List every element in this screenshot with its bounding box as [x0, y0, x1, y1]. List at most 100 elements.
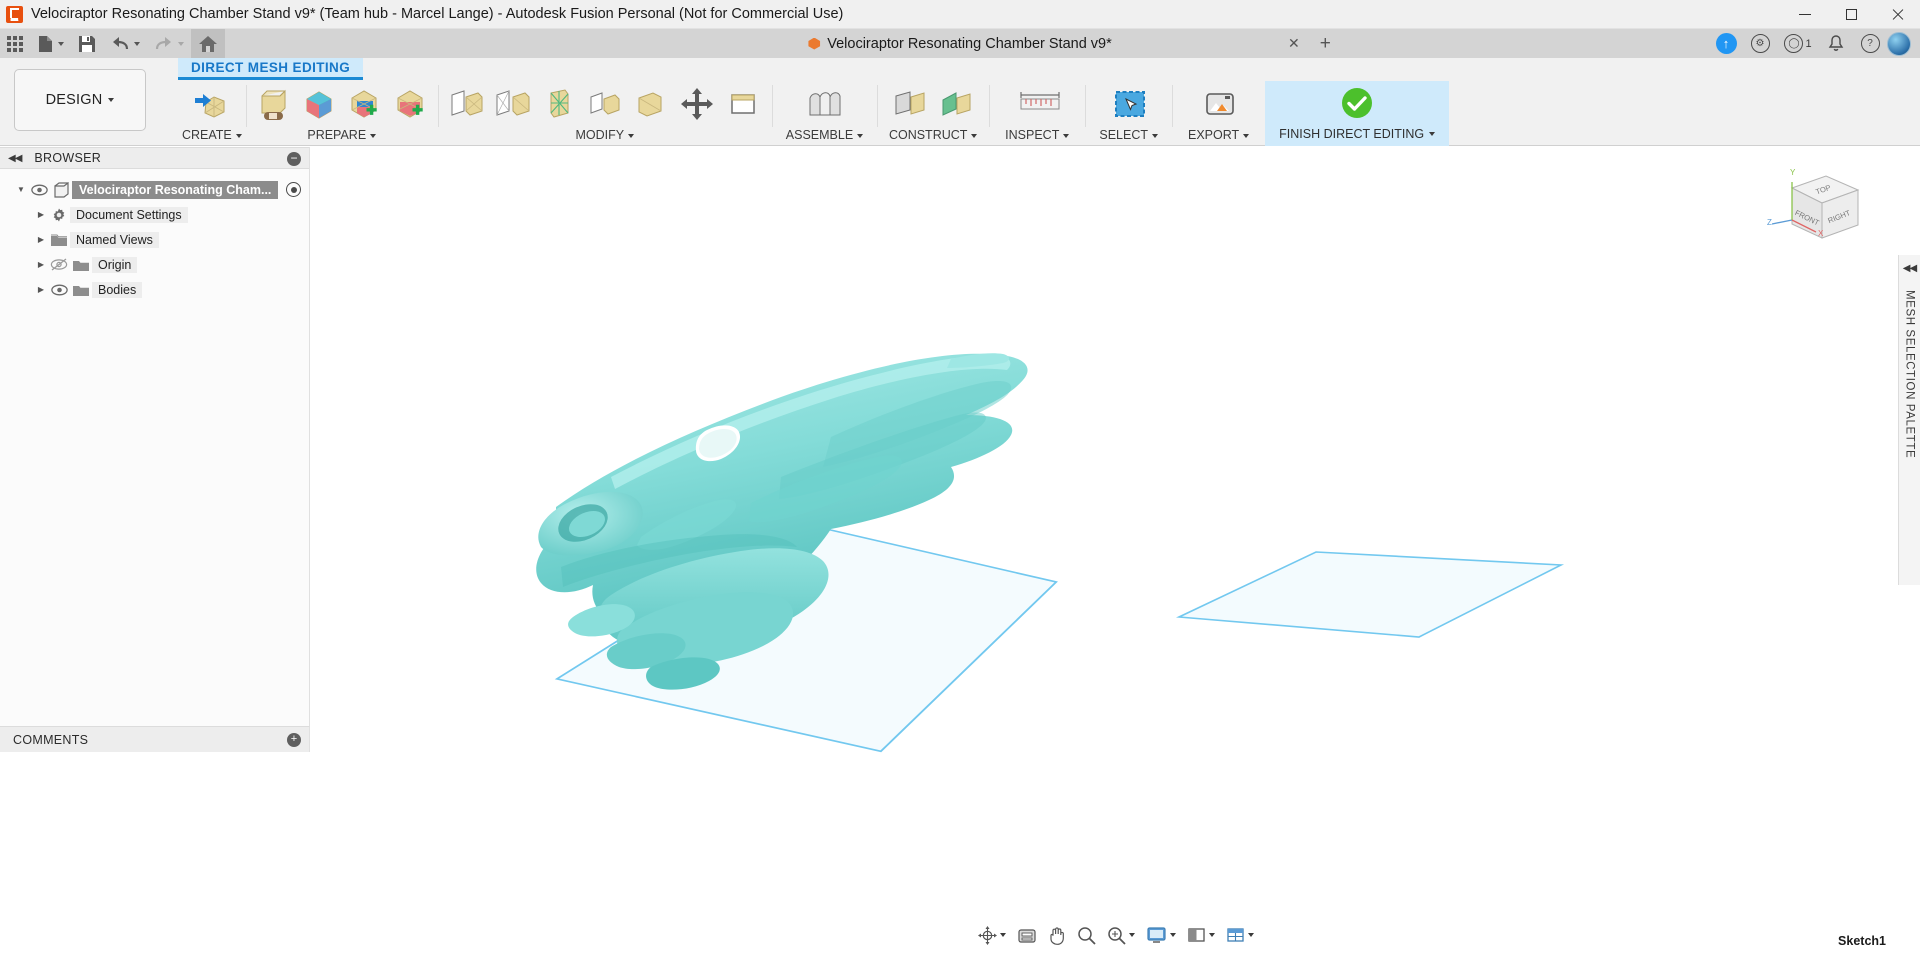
reduce-command[interactable] [490, 83, 536, 124]
panel-assemble-title[interactable]: ASSEMBLE [786, 127, 864, 144]
browser-minimize-button[interactable]: − [287, 152, 301, 166]
zoom-tool[interactable] [1072, 922, 1101, 948]
close-tab-button[interactable]: ✕ [1278, 35, 1310, 52]
tree-item-document-settings[interactable]: ▶ Document Settings [0, 204, 309, 225]
redo-button[interactable] [147, 29, 191, 58]
undo-button[interactable] [103, 29, 147, 58]
panel-assemble-items [797, 81, 851, 127]
fit-tool[interactable] [1102, 922, 1140, 948]
offset-plane-icon [890, 84, 930, 124]
align-command[interactable] [720, 83, 766, 124]
question-mark-icon: ? [1860, 34, 1880, 53]
chevron-down-icon [108, 98, 115, 102]
origin-toggle-button[interactable] [286, 182, 302, 197]
panel-select-title[interactable]: SELECT [1099, 127, 1158, 144]
panel-modify: MODIFY [437, 81, 772, 146]
pan-tool[interactable] [1043, 922, 1071, 948]
panel-modify-title[interactable]: MODIFY [575, 127, 635, 144]
window-title: Velociraptor Resonating Chamber Stand v9… [31, 6, 844, 22]
help-icon[interactable]: ? [1853, 29, 1887, 58]
smooth-command[interactable] [582, 83, 628, 124]
panel-create-title[interactable]: CREATE [182, 127, 242, 144]
collapse-palette-icon[interactable]: ◀◀ [1903, 263, 1917, 274]
close-button[interactable] [1874, 0, 1920, 29]
expand-arrow-icon[interactable]: ▶ [34, 235, 48, 244]
combine-command[interactable] [388, 83, 434, 124]
undo-icon [113, 36, 129, 49]
offset-plane-command[interactable] [887, 83, 933, 124]
remesh-command[interactable] [536, 83, 582, 124]
expand-arrow-icon[interactable]: ▶ [34, 210, 48, 219]
visibility-eye-icon[interactable] [48, 284, 70, 296]
look-at-tool[interactable] [1012, 922, 1042, 948]
document-tab[interactable]: Velociraptor Resonating Chamber Stand v9… [808, 29, 1112, 58]
grid-snaps[interactable] [1182, 922, 1220, 948]
panel-inspect-items [1010, 81, 1064, 127]
tree-item-named-views[interactable]: ▶ Named Views [0, 229, 309, 250]
visibility-eye-icon[interactable] [28, 184, 50, 196]
panel-assemble: ASSEMBLE [771, 81, 877, 146]
repair-command[interactable] [250, 83, 296, 124]
save-button[interactable] [71, 29, 103, 58]
export-command[interactable] [1192, 83, 1246, 124]
expand-arrow-icon[interactable]: ▶ [34, 285, 48, 294]
title-bar: FUS Velociraptor Resonating Chamber Stan… [0, 0, 1920, 29]
collapse-panel-icon[interactable]: ◀◀ [8, 153, 22, 164]
maximize-button[interactable] [1828, 0, 1874, 29]
mesh-combine-plus-icon [391, 84, 431, 124]
document-icon [808, 37, 821, 50]
delete-faces-command[interactable] [628, 83, 674, 124]
job-status-icon[interactable]: ↑ [1709, 29, 1743, 58]
add-comment-button[interactable]: + [287, 732, 301, 747]
panel-select-items [1102, 81, 1156, 127]
joint-icon [804, 84, 844, 124]
separate-command[interactable] [296, 83, 342, 124]
panel-inspect-title[interactable]: INSPECT [1005, 127, 1070, 144]
app-grid-button[interactable] [0, 29, 30, 58]
tree-item-root[interactable]: ▼ Velociraptor Resonating Cham... [0, 179, 309, 200]
tree-item-origin[interactable]: ▶ Origin [0, 254, 309, 275]
panel-title-text: MODIFY [575, 128, 625, 142]
plane-at-angle-command[interactable] [933, 83, 979, 124]
panel-prepare-title[interactable]: PREPARE [307, 127, 377, 144]
plane-cut-command[interactable] [444, 83, 490, 124]
panel-construct-items [887, 81, 979, 127]
finish-direct-editing-button[interactable]: FINISH DIRECT EDITING [1265, 81, 1450, 146]
move-copy-command[interactable] [674, 83, 720, 124]
home-button[interactable] [191, 29, 225, 58]
expand-arrow-icon[interactable]: ▼ [14, 185, 28, 194]
new-tab-button[interactable]: + [1310, 33, 1341, 55]
workspace-selector[interactable]: DESIGN [14, 69, 146, 131]
measure-command[interactable] [1010, 83, 1064, 124]
extensions-icon[interactable]: ⚙ [1743, 29, 1777, 58]
display-settings[interactable] [1141, 922, 1181, 948]
joint-command[interactable] [797, 83, 851, 124]
file-icon [39, 35, 52, 52]
minimize-button[interactable] [1782, 0, 1828, 29]
view-cube[interactable]: TOP FRONT RIGHT Z Y X [1754, 162, 1874, 272]
create-mesh-command[interactable] [189, 83, 235, 124]
panel-construct-title[interactable]: CONSTRUCT [889, 127, 978, 144]
orbit-tool[interactable] [973, 922, 1011, 948]
merge-bodies-command[interactable] [342, 83, 388, 124]
visibility-hidden-eye-icon[interactable] [48, 258, 70, 271]
ribbon: DESIGN DIRECT MESH EDITING CREATE PREPAR… [0, 58, 1920, 146]
viewports[interactable] [1221, 922, 1259, 948]
comments-panel[interactable]: COMMENTS + [0, 726, 310, 752]
panel-export-title[interactable]: EXPORT [1188, 127, 1250, 144]
select-command[interactable] [1102, 83, 1156, 124]
tree-item-bodies[interactable]: ▶ Bodies [0, 279, 309, 300]
viewport-canvas[interactable]: TOP FRONT RIGHT Z Y X ◀◀ MESH SELECTION … [311, 147, 1920, 956]
recent-updates-icon[interactable]: ◯ 1 [1777, 29, 1819, 58]
panel-title-text: SELECT [1099, 128, 1148, 142]
ribbon-panels: CREATE PREPARE MODIFY ASSEMBLE CONSTRUCT… [178, 81, 1450, 146]
tab-direct-mesh-editing[interactable]: DIRECT MESH EDITING [178, 58, 364, 80]
notifications-icon[interactable] [1819, 29, 1853, 58]
expand-arrow-icon[interactable]: ▶ [34, 260, 48, 269]
clock-icon: ◯ [1784, 34, 1804, 53]
avatar[interactable] [1887, 31, 1911, 56]
new-document-button[interactable] [30, 29, 71, 58]
mesh-selection-palette-tab[interactable]: ◀◀ MESH SELECTION PALETTE [1898, 255, 1920, 585]
tree-item-label: Origin [92, 256, 138, 273]
chevron-down-icon [999, 933, 1006, 937]
